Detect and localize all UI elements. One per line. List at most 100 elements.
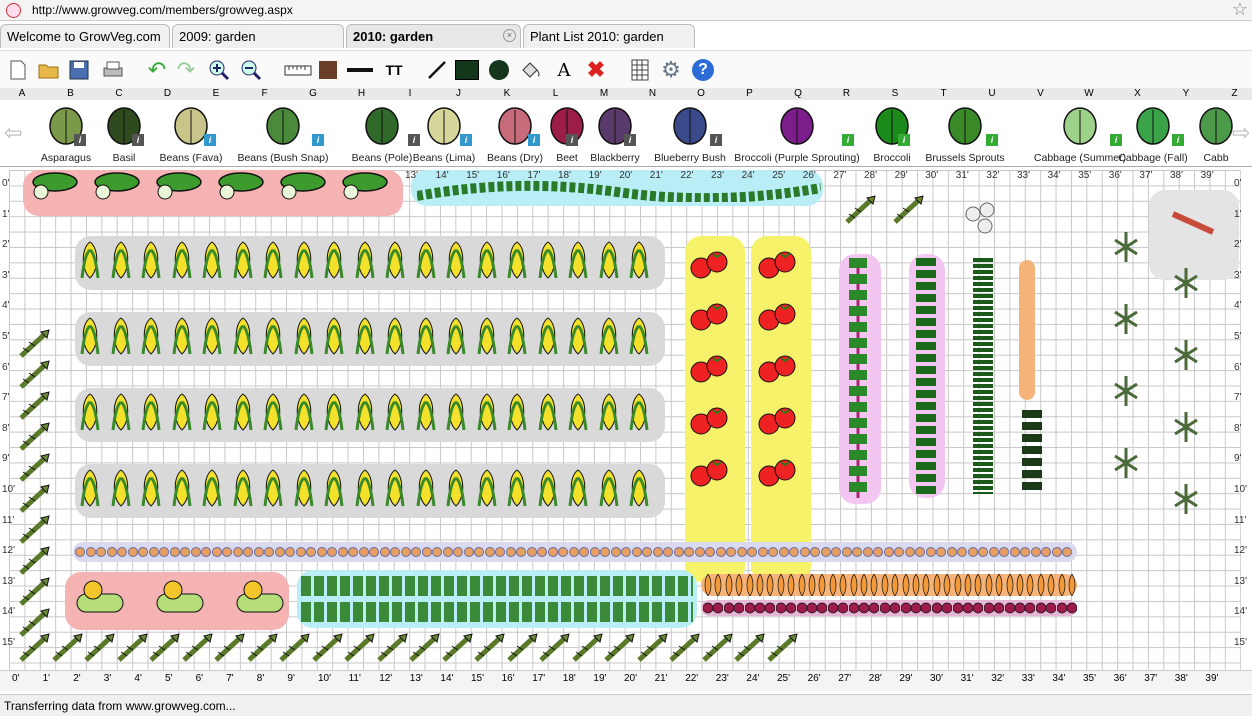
leek-row[interactable] <box>971 258 995 499</box>
carrot-plant[interactable] <box>942 574 952 601</box>
beet-plant[interactable] <box>797 601 807 620</box>
palette-item[interactable]: iBasil <box>96 102 152 164</box>
corn-plant[interactable] <box>201 392 223 437</box>
beet-plant[interactable] <box>890 601 900 620</box>
carrot-plant[interactable] <box>786 574 796 601</box>
shallot-plant[interactable] <box>338 544 348 565</box>
shallot-plant[interactable] <box>296 544 306 565</box>
corn-plant[interactable] <box>171 392 193 437</box>
shallot-plant[interactable] <box>464 544 474 565</box>
asparagus-plant[interactable] <box>82 630 116 669</box>
corn-plant[interactable] <box>354 316 376 361</box>
tomato-plant[interactable] <box>689 406 729 441</box>
asparagus-plant[interactable] <box>891 192 925 231</box>
shallot-plant[interactable] <box>590 544 600 565</box>
shallot-plant[interactable] <box>159 544 169 565</box>
corn-plant[interactable] <box>476 468 498 513</box>
corn-plant[interactable] <box>384 468 406 513</box>
info-icon[interactable]: i <box>312 134 324 146</box>
shallot-plant[interactable] <box>852 544 862 565</box>
squash-plant[interactable] <box>231 576 291 625</box>
line-tool-icon[interactable] <box>425 58 449 82</box>
asparagus-plant[interactable] <box>180 630 214 669</box>
cucumber-plant[interactable] <box>89 170 141 207</box>
carrot-plant[interactable] <box>1015 574 1025 601</box>
corn-plant[interactable] <box>110 316 132 361</box>
paint-bucket-icon[interactable] <box>519 58 543 82</box>
carrot-plant[interactable] <box>984 574 994 601</box>
carrot-plant[interactable] <box>776 574 786 601</box>
info-icon[interactable]: i <box>986 134 998 146</box>
asparagus-plant[interactable] <box>310 630 344 669</box>
tomato-plant[interactable] <box>757 406 797 441</box>
carrot-plant[interactable] <box>828 574 838 601</box>
shallot-plant[interactable] <box>369 544 379 565</box>
beet-plant[interactable] <box>963 601 973 620</box>
carrot-plant[interactable] <box>963 574 973 601</box>
shallot-plant[interactable] <box>905 544 915 565</box>
carrot-plant[interactable] <box>734 574 744 601</box>
corn-plant[interactable] <box>384 392 406 437</box>
shallot-plant[interactable] <box>548 544 558 565</box>
shallot-plant[interactable] <box>779 544 789 565</box>
corn-plant[interactable] <box>262 316 284 361</box>
corn-plant[interactable] <box>598 468 620 513</box>
beet-plant[interactable] <box>932 601 942 620</box>
asparagus-plant[interactable] <box>700 630 734 669</box>
beet-plant[interactable] <box>1005 601 1015 620</box>
shallot-plant[interactable] <box>653 544 663 565</box>
corn-plant[interactable] <box>567 240 589 285</box>
carrot-plant[interactable] <box>849 574 859 601</box>
shallot-plant[interactable] <box>86 544 96 565</box>
corn-plant[interactable] <box>140 316 162 361</box>
shallot-plant[interactable] <box>1052 544 1062 565</box>
address-bar[interactable]: http://www.growveg.com/members/growveg.a… <box>0 0 1252 21</box>
herb-plant[interactable] <box>1169 338 1203 377</box>
shallot-plant[interactable] <box>453 544 463 565</box>
garlic-plant[interactable] <box>963 200 1003 239</box>
carrot-plant[interactable] <box>932 574 942 601</box>
shallot-plant[interactable] <box>600 544 610 565</box>
asparagus-plant[interactable] <box>50 630 84 669</box>
palette-item[interactable]: iCabbage (Fall) <box>1114 102 1192 164</box>
shallot-plant[interactable] <box>401 544 411 565</box>
asparagus-plant[interactable] <box>212 630 246 669</box>
shallot-plant[interactable] <box>359 544 369 565</box>
asparagus-plant[interactable] <box>537 630 571 669</box>
url-text[interactable]: http://www.growveg.com/members/growveg.a… <box>32 0 293 20</box>
open-folder-icon[interactable] <box>37 58 61 82</box>
shallot-plant[interactable] <box>485 544 495 565</box>
carrot-plant[interactable] <box>921 574 931 601</box>
corn-plant[interactable] <box>567 392 589 437</box>
zoom-out-icon[interactable] <box>239 58 263 82</box>
shallot-plant[interactable] <box>684 544 694 565</box>
asparagus-plant[interactable] <box>472 630 506 669</box>
beet-plant[interactable] <box>776 601 786 620</box>
shallot-plant[interactable] <box>254 544 264 565</box>
asparagus-plant[interactable] <box>843 192 877 231</box>
asparagus-plant[interactable] <box>375 630 409 669</box>
carrot-plant[interactable] <box>859 574 869 601</box>
sage-plant[interactable] <box>1017 410 1047 495</box>
corn-plant[interactable] <box>293 392 315 437</box>
beet-plant[interactable] <box>1057 601 1067 620</box>
asparagus-plant[interactable] <box>407 630 441 669</box>
info-icon[interactable]: i <box>528 134 540 146</box>
corn-plant[interactable] <box>293 240 315 285</box>
corn-plant[interactable] <box>445 316 467 361</box>
beet-plant[interactable] <box>880 601 890 620</box>
shallot-plant[interactable] <box>695 544 705 565</box>
carrot-plant[interactable] <box>838 574 848 601</box>
herb-plant[interactable] <box>1169 410 1203 449</box>
shallot-plant[interactable] <box>800 544 810 565</box>
beet-plant[interactable] <box>703 601 713 620</box>
asparagus-plant[interactable] <box>147 630 181 669</box>
shallot-plant[interactable] <box>915 544 925 565</box>
shallot-plant[interactable] <box>243 544 253 565</box>
info-icon[interactable]: i <box>74 134 86 146</box>
shallot-plant[interactable] <box>947 544 957 565</box>
corn-plant[interactable] <box>262 240 284 285</box>
shallot-plant[interactable] <box>863 544 873 565</box>
palette-item[interactable]: iBlueberry Bush <box>650 102 730 164</box>
close-tab-icon[interactable]: × <box>503 29 516 42</box>
